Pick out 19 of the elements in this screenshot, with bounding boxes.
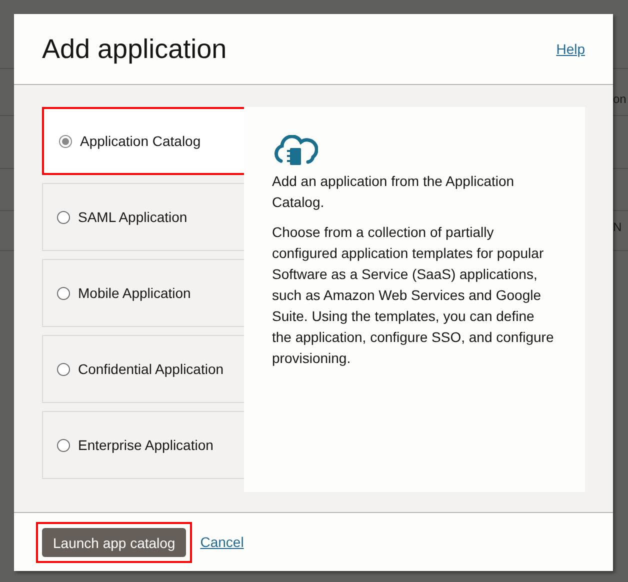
application-type-option[interactable]: Application Catalog <box>42 107 247 175</box>
radio-button[interactable] <box>57 438 70 452</box>
radio-button[interactable] <box>57 286 70 300</box>
background-text: on <box>613 92 626 106</box>
description-text: Choose from a collection of partially configured application templates for popular Software as a Service (SaaS) applications, such as Amazon Web Services and Google Suite. Using the templates, you can define the application, configure SSO, and configure provisioning. <box>272 223 555 368</box>
dialog-title: Add application <box>42 34 227 64</box>
application-type-option[interactable]: Mobile Application <box>42 259 244 327</box>
radio-button[interactable] <box>59 134 72 148</box>
cancel-link[interactable]: Cancel <box>200 534 244 550</box>
help-link[interactable]: Help <box>556 41 585 57</box>
summary-text: Add an application from the Application Catalog. <box>272 172 516 212</box>
application-type-option[interactable]: Enterprise Application <box>42 411 244 479</box>
radio-button[interactable] <box>57 362 70 376</box>
application-type-option[interactable]: Confidential Application <box>42 335 244 403</box>
application-type-option[interactable]: SAML Application <box>42 183 244 251</box>
cloud-app-icon <box>272 135 318 167</box>
background-text: N <box>613 220 622 234</box>
radio-button[interactable] <box>57 210 70 224</box>
launch-button[interactable]: Launch app catalog <box>42 528 186 556</box>
